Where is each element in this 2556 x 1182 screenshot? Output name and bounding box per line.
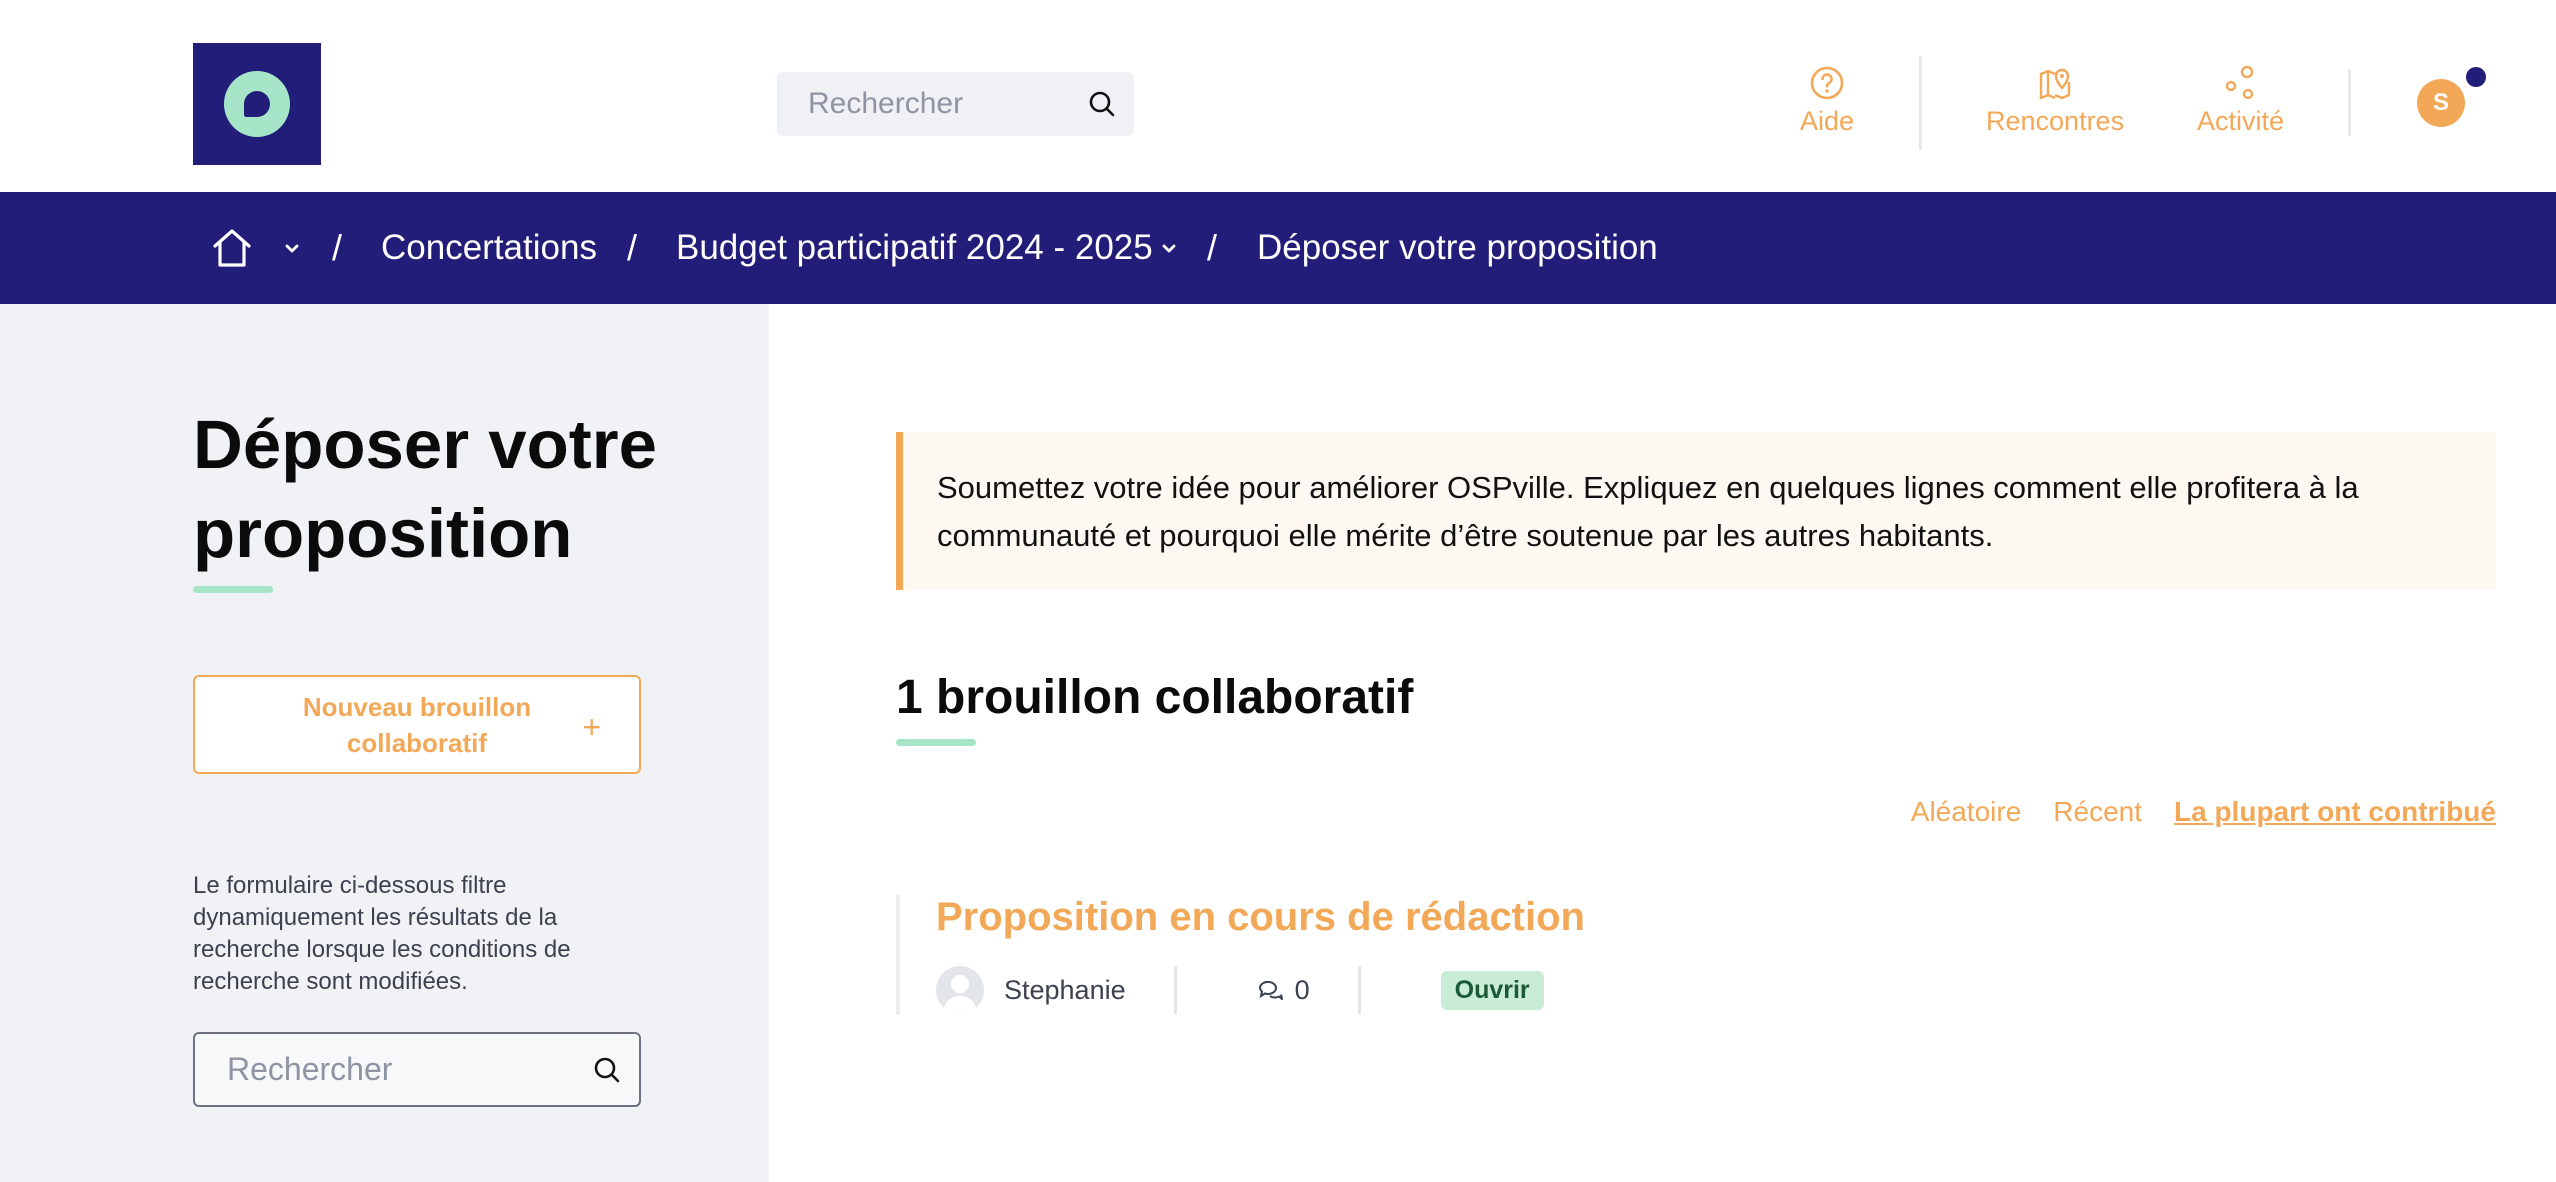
draft-meta: Stephanie 0 Ouvrir [936, 965, 1544, 1015]
breadcrumb-separator: / [332, 227, 343, 268]
nav-aide[interactable]: Aide [1800, 64, 1854, 137]
section-title: 1 brouillon collaboratif [896, 671, 1414, 724]
breadcrumb-current: Déposer votre proposition [1257, 228, 1658, 267]
breadcrumb-home[interactable] [210, 192, 254, 304]
draft-title-link[interactable]: Proposition en cours de rédaction [936, 895, 1585, 940]
meta-divider [1357, 966, 1361, 1014]
nav-rencontres-label: Rencontres [1986, 106, 2125, 136]
nav-aide-label: Aide [1800, 106, 1855, 136]
activity-icon [2225, 65, 2253, 100]
new-draft-label: Nouveau brouillon collaboratif [302, 691, 532, 758]
plus-icon: + [582, 709, 601, 745]
sidebar-search-placeholder: Rechercher [227, 1051, 393, 1087]
nav-rencontres[interactable]: Rencontres [1986, 64, 2124, 137]
filter-description: Le formulaire ci-dessous filtre dynamiqu… [193, 872, 571, 995]
header-divider [1919, 56, 1922, 150]
sort-most-contributed[interactable]: La plupart ont contribué [2174, 796, 2496, 828]
sort-options: Aléatoire Récent La plupart ont contribu… [1911, 796, 2496, 828]
logo-speech-bubble-icon [224, 71, 290, 137]
sidebar: Déposer votre proposition Nouveau brouil… [0, 304, 769, 1182]
notification-dot [2466, 67, 2486, 87]
breadcrumb-budget[interactable]: Budget participatif 2024 - 2025 [676, 192, 1153, 304]
author-name: Stephanie [1004, 974, 1126, 1005]
title-underline [193, 586, 273, 593]
comment-count-value: 0 [1294, 974, 1310, 1005]
header-search-placeholder: Rechercher [808, 87, 964, 120]
search-icon[interactable] [591, 1054, 623, 1086]
nav-activite[interactable]: Activité [2197, 64, 2284, 137]
header-search-input[interactable]: Rechercher [777, 72, 1134, 136]
new-collaborative-draft-button[interactable]: Nouveau brouillon collaboratif + [193, 675, 641, 774]
breadcrumb: / Concertations / Budget participatif 20… [0, 192, 2556, 304]
breadcrumb-budget-dropdown[interactable] [1159, 192, 1179, 304]
breadcrumb-home-dropdown[interactable] [282, 192, 302, 304]
chevron-down-icon [285, 244, 299, 253]
info-callout: Soumettez votre idée pour améliorer OSPv… [896, 432, 2496, 590]
draft-card: Proposition en cours de rédaction Stepha… [896, 895, 1796, 1015]
site-header: Rechercher Aide Rencontres Activité S [0, 0, 2556, 192]
user-avatar[interactable]: S [2417, 79, 2465, 127]
comment-count: 0 [1257, 975, 1310, 1006]
section-title-underline [896, 739, 976, 746]
breadcrumb-separator: / [1207, 227, 1218, 268]
breadcrumb-separator: / [627, 227, 638, 268]
nav-activite-label: Activité [2197, 106, 2285, 136]
home-icon [213, 229, 251, 267]
search-icon[interactable] [1086, 88, 1118, 120]
sidebar-search-input[interactable]: Rechercher [193, 1032, 641, 1107]
meta-divider [1173, 966, 1177, 1014]
site-logo[interactable] [193, 43, 321, 165]
status-badge: Ouvrir [1440, 970, 1544, 1010]
author-avatar [936, 966, 984, 1014]
map-pin-icon [2039, 68, 2071, 100]
help-icon [1810, 66, 1844, 100]
sort-recent[interactable]: Récent [2053, 796, 2142, 828]
page-title: Déposer votre proposition [193, 406, 657, 572]
sort-random[interactable]: Aléatoire [1911, 796, 2022, 828]
chevron-down-icon [1162, 244, 1176, 253]
breadcrumb-concertations[interactable]: Concertations [381, 192, 597, 304]
header-divider [2348, 70, 2351, 136]
comments-icon [1258, 980, 1283, 1000]
